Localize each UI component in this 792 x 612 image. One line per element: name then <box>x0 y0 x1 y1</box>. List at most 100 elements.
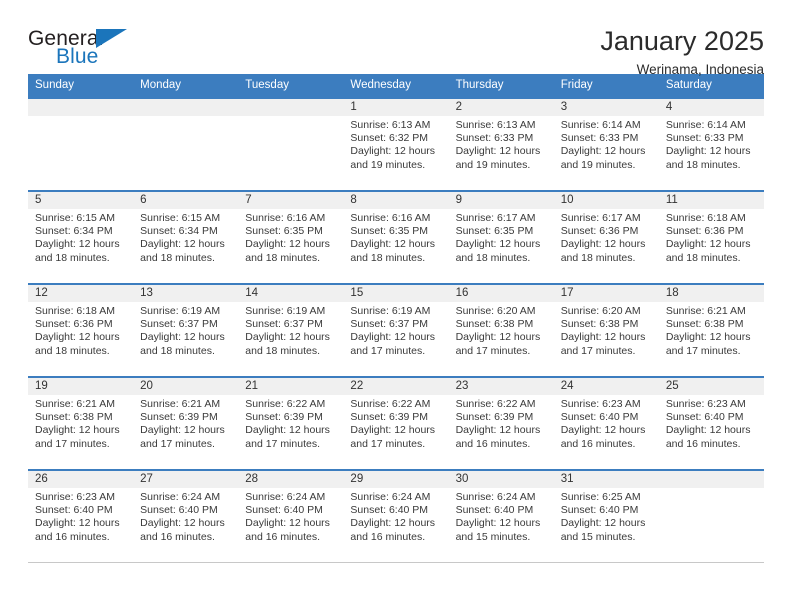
calendar-week-row: 12 Sunrise: 6:18 AM Sunset: 6:36 PM Dayligh… <box>28 283 764 377</box>
calendar-week-row: 26 Sunrise: 6:23 AM Sunset: 6:40 PM Dayligh… <box>28 469 764 563</box>
sunset-time: Sunset: 6:36 PM <box>665 225 744 238</box>
calendar-day-cell[interactable]: 16 Sunrise: 6:20 AM Sunset: 6:38 PM Dayligh… <box>448 283 554 377</box>
day-cell-content: 31 Sunrise: 6:25 AM Sunset: 6:40 PM Dayligh… <box>553 471 659 562</box>
day-cell-content <box>133 99 239 190</box>
calendar-day-cell[interactable]: 17 Sunrise: 6:20 AM Sunset: 6:38 PM Dayligh… <box>553 283 659 377</box>
calendar-day-cell[interactable]: 13 Sunrise: 6:19 AM Sunset: 6:37 PM Dayligh… <box>133 283 239 377</box>
daylight-duration-line2: and 17 minutes. <box>350 344 426 357</box>
daylight-duration-line2: and 16 minutes. <box>35 530 110 543</box>
sunrise-time: Sunrise: 6:24 AM <box>245 491 326 503</box>
calendar-day-cell[interactable]: 28 Sunrise: 6:24 AM Sunset: 6:40 PM Dayligh… <box>238 469 344 563</box>
weekday-header-wednesday: Wednesday <box>343 74 449 98</box>
calendar-day-cell[interactable]: 20 Sunrise: 6:21 AM Sunset: 6:39 PM Dayligh… <box>133 376 239 470</box>
daylight-duration-line2: and 16 minutes. <box>665 437 741 450</box>
calendar-day-cell[interactable]: 24 Sunrise: 6:23 AM Sunset: 6:40 PM Dayligh… <box>553 376 659 470</box>
day-number <box>238 99 344 116</box>
calendar-day-cell[interactable]: 26 Sunrise: 6:23 AM Sunset: 6:40 PM Dayligh… <box>28 469 134 563</box>
sunset-time: Sunset: 6:39 PM <box>350 411 429 424</box>
day-cell-content: 10 Sunrise: 6:17 AM Sunset: 6:36 PM Dayligh… <box>553 192 659 283</box>
page-header: General Blue January 2025 Werinama, Indo… <box>28 0 764 77</box>
day-cell-content: 9 Sunrise: 6:17 AM Sunset: 6:35 PM Daylight… <box>448 192 554 283</box>
daylight-duration-line1: Daylight: 12 hours <box>560 424 646 437</box>
calendar-day-cell[interactable]: 31 Sunrise: 6:25 AM Sunset: 6:40 PM Dayligh… <box>553 469 659 563</box>
calendar-day-cell[interactable]: 22 Sunrise: 6:22 AM Sunset: 6:39 PM Dayligh… <box>343 376 449 470</box>
daylight-duration-line1: Daylight: 12 hours <box>35 517 120 530</box>
daylight-duration-line2: and 18 minutes. <box>35 251 110 264</box>
day-cell-content: 26 Sunrise: 6:23 AM Sunset: 6:40 PM Dayligh… <box>28 471 134 562</box>
calendar-day-cell[interactable]: 27 Sunrise: 6:24 AM Sunset: 6:40 PM Dayligh… <box>133 469 239 563</box>
calendar-day-cell[interactable]: 9 Sunrise: 6:17 AM Sunset: 6:35 PM Daylight… <box>448 190 554 284</box>
sunrise-time: Sunrise: 6:16 AM <box>350 212 431 224</box>
daylight-duration-line1: Daylight: 12 hours <box>455 145 541 158</box>
sunrise-time: Sunrise: 6:17 AM <box>455 212 536 224</box>
day-details: Sunrise: 6:23 AM Sunset: 6:40 PM Daylight:… <box>659 395 764 451</box>
daylight-duration-line1: Daylight: 12 hours <box>560 517 646 530</box>
general-blue-logo[interactable]: General Blue <box>28 26 148 72</box>
daylight-duration-line2: and 18 minutes. <box>455 251 531 264</box>
calendar-day-cell[interactable]: 14 Sunrise: 6:19 AM Sunset: 6:37 PM Dayligh… <box>238 283 344 377</box>
day-details: Sunrise: 6:24 AM Sunset: 6:40 PM Daylight:… <box>238 488 343 544</box>
logo-text-blue: Blue <box>56 45 99 68</box>
daylight-duration-line1: Daylight: 12 hours <box>245 424 330 437</box>
daylight-duration-line2: and 16 minutes. <box>245 530 320 543</box>
daylight-duration-line1: Daylight: 12 hours <box>455 424 541 437</box>
calendar-empty-cell <box>133 97 239 191</box>
calendar-day-cell[interactable]: 10 Sunrise: 6:17 AM Sunset: 6:36 PM Dayligh… <box>553 190 659 284</box>
calendar-day-cell[interactable]: 21 Sunrise: 6:22 AM Sunset: 6:39 PM Dayligh… <box>238 376 344 470</box>
day-number: 27 <box>133 471 239 488</box>
calendar-day-cell[interactable]: 23 Sunrise: 6:22 AM Sunset: 6:39 PM Dayligh… <box>448 376 554 470</box>
day-cell-content: 27 Sunrise: 6:24 AM Sunset: 6:40 PM Dayligh… <box>133 471 239 562</box>
calendar-day-cell[interactable]: 19 Sunrise: 6:21 AM Sunset: 6:38 PM Dayligh… <box>28 376 134 470</box>
daylight-duration-line2: and 18 minutes. <box>245 344 320 357</box>
calendar-page: General Blue January 2025 Werinama, Indo… <box>0 0 792 612</box>
daylight-duration-line1: Daylight: 12 hours <box>455 238 541 251</box>
day-cell-content: 4 Sunrise: 6:14 AM Sunset: 6:33 PM Daylight… <box>658 99 764 190</box>
calendar-day-cell[interactable]: 29 Sunrise: 6:24 AM Sunset: 6:40 PM Dayligh… <box>343 469 449 563</box>
day-number: 16 <box>448 285 554 302</box>
calendar-day-cell[interactable]: 7 Sunrise: 6:16 AM Sunset: 6:35 PM Daylight… <box>238 190 344 284</box>
day-number <box>133 99 239 116</box>
daylight-duration-line1: Daylight: 12 hours <box>455 517 541 530</box>
calendar-day-cell[interactable]: 4 Sunrise: 6:14 AM Sunset: 6:33 PM Daylight… <box>658 97 764 191</box>
sunset-time: Sunset: 6:37 PM <box>140 318 218 331</box>
calendar-day-cell[interactable]: 30 Sunrise: 6:24 AM Sunset: 6:40 PM Dayligh… <box>448 469 554 563</box>
day-details: Sunrise: 6:24 AM Sunset: 6:40 PM Daylight:… <box>133 488 238 544</box>
daylight-duration-line1: Daylight: 12 hours <box>245 331 330 344</box>
sunset-time: Sunset: 6:40 PM <box>350 504 429 517</box>
day-details: Sunrise: 6:19 AM Sunset: 6:37 PM Daylight:… <box>343 302 448 358</box>
calendar-day-cell[interactable]: 15 Sunrise: 6:19 AM Sunset: 6:37 PM Dayligh… <box>343 283 449 377</box>
sunset-time: Sunset: 6:33 PM <box>560 132 639 145</box>
sunset-time: Sunset: 6:40 PM <box>665 411 744 424</box>
daylight-duration-line1: Daylight: 12 hours <box>140 424 225 437</box>
daylight-duration-line1: Daylight: 12 hours <box>560 145 646 158</box>
day-cell-content: 18 Sunrise: 6:21 AM Sunset: 6:38 PM Dayligh… <box>658 285 764 376</box>
calendar-day-cell[interactable]: 11 Sunrise: 6:18 AM Sunset: 6:36 PM Dayligh… <box>658 190 764 284</box>
calendar-day-cell[interactable]: 3 Sunrise: 6:14 AM Sunset: 6:33 PM Daylight… <box>553 97 659 191</box>
day-details: Sunrise: 6:19 AM Sunset: 6:37 PM Daylight:… <box>133 302 238 358</box>
day-number: 31 <box>553 471 659 488</box>
day-number: 7 <box>238 192 344 209</box>
sunset-time: Sunset: 6:35 PM <box>245 225 323 238</box>
day-cell-content: 8 Sunrise: 6:16 AM Sunset: 6:35 PM Daylight… <box>343 192 449 283</box>
calendar-day-cell[interactable]: 18 Sunrise: 6:21 AM Sunset: 6:38 PM Dayligh… <box>658 283 764 377</box>
day-number: 5 <box>28 192 134 209</box>
daylight-duration-line2: and 18 minutes. <box>350 251 426 264</box>
calendar-day-cell[interactable]: 12 Sunrise: 6:18 AM Sunset: 6:36 PM Dayligh… <box>28 283 134 377</box>
calendar-day-cell[interactable]: 25 Sunrise: 6:23 AM Sunset: 6:40 PM Dayligh… <box>658 376 764 470</box>
day-details: Sunrise: 6:24 AM Sunset: 6:40 PM Daylight:… <box>449 488 554 544</box>
sunset-time: Sunset: 6:40 PM <box>560 411 639 424</box>
sunrise-time: Sunrise: 6:13 AM <box>455 119 536 131</box>
day-details: Sunrise: 6:23 AM Sunset: 6:40 PM Daylight:… <box>28 488 133 544</box>
calendar-day-cell[interactable]: 1 Sunrise: 6:13 AM Sunset: 6:32 PM Daylight… <box>343 97 449 191</box>
calendar-day-cell[interactable]: 5 Sunrise: 6:15 AM Sunset: 6:34 PM Daylight… <box>28 190 134 284</box>
daylight-duration-line1: Daylight: 12 hours <box>665 424 751 437</box>
calendar-day-cell[interactable]: 6 Sunrise: 6:15 AM Sunset: 6:34 PM Daylight… <box>133 190 239 284</box>
sunrise-time: Sunrise: 6:16 AM <box>245 212 326 224</box>
daylight-duration-line1: Daylight: 12 hours <box>35 331 120 344</box>
calendar-day-cell[interactable]: 2 Sunrise: 6:13 AM Sunset: 6:33 PM Daylight… <box>448 97 554 191</box>
sunrise-time: Sunrise: 6:25 AM <box>560 491 641 503</box>
day-cell-content: 23 Sunrise: 6:22 AM Sunset: 6:39 PM Dayligh… <box>448 378 554 469</box>
calendar-day-cell[interactable]: 8 Sunrise: 6:16 AM Sunset: 6:35 PM Daylight… <box>343 190 449 284</box>
sunset-time: Sunset: 6:32 PM <box>350 132 429 145</box>
daylight-duration-line2: and 18 minutes. <box>665 251 741 264</box>
